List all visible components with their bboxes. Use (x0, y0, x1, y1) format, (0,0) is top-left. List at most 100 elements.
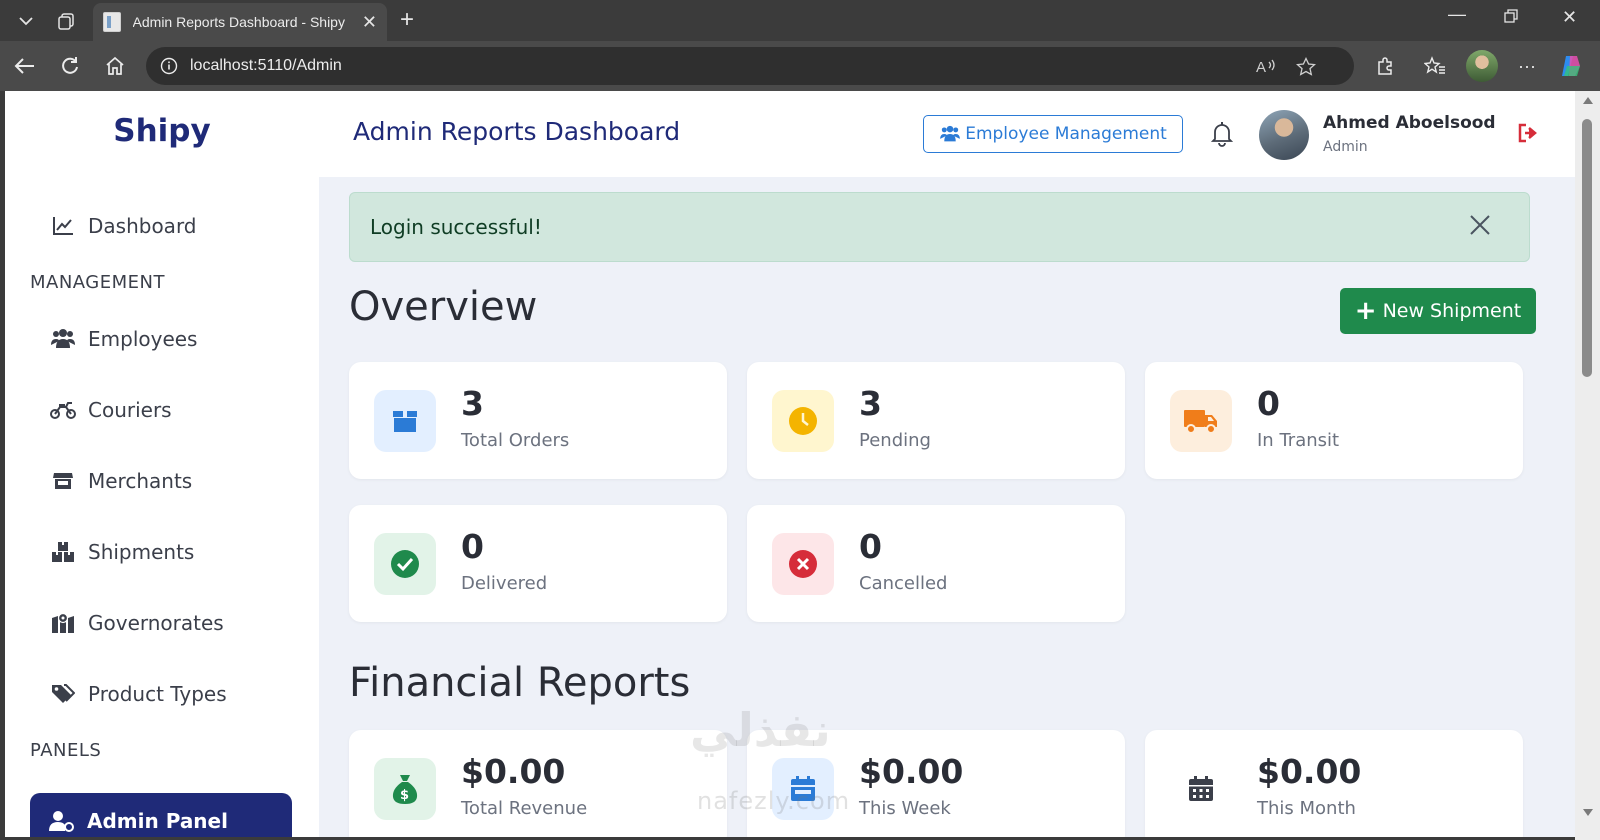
sidebar-item-label: Governorates (88, 611, 224, 635)
sidebar-item-product-types[interactable]: Product Types (49, 677, 227, 711)
check-circle-icon (374, 533, 436, 595)
close-icon[interactable] (1468, 213, 1498, 243)
logout-icon[interactable] (1517, 123, 1539, 147)
new-shipment-label: New Shipment (1382, 300, 1522, 322)
clock-icon (772, 390, 834, 452)
finance-label: This Week (859, 798, 951, 819)
watermark-url: nafezly.com (697, 787, 851, 815)
site-info-icon[interactable] (160, 57, 178, 75)
finance-card-this-month: $0.00 This Month (1145, 730, 1523, 837)
new-tab-icon[interactable]: + (400, 6, 414, 34)
finance-label: Total Revenue (461, 798, 588, 819)
page-viewport: Shipy Dashboard MANAGEMENT Employees Cou… (5, 91, 1575, 837)
stat-value: 0 (461, 527, 484, 566)
stat-value: 0 (1257, 384, 1280, 423)
motorcycle-icon (49, 396, 77, 424)
stat-card-total-orders: 3 Total Orders (349, 362, 727, 479)
sidebar-item-label: Employees (88, 327, 198, 351)
brand-logo[interactable]: Shipy (5, 113, 319, 149)
calendar-icon (1170, 758, 1232, 820)
tab-close-icon[interactable]: ✕ (362, 12, 377, 33)
sidebar-item-dashboard[interactable]: Dashboard (49, 209, 197, 243)
sidebar-item-couriers[interactable]: Couriers (49, 393, 172, 427)
tab-list-icon[interactable] (12, 8, 40, 34)
times-circle-icon (772, 533, 834, 595)
stat-card-pending: 3 Pending (747, 362, 1125, 479)
user-gear-icon (48, 807, 76, 835)
back-icon[interactable] (12, 53, 38, 79)
window-close-icon[interactable]: ✕ (1562, 7, 1577, 28)
stat-label: Total Orders (461, 430, 570, 451)
new-shipment-button[interactable]: + New Shipment (1340, 288, 1536, 334)
stat-card-in-transit: 0 In Transit (1145, 362, 1523, 479)
finance-value: $0.00 (859, 752, 964, 791)
money-bag-icon: $ (374, 758, 436, 820)
bell-icon[interactable] (1210, 121, 1234, 151)
users-icon (49, 325, 77, 353)
page-title: Admin Reports Dashboard (353, 117, 681, 146)
overview-title: Overview (349, 284, 538, 330)
page-favicon-icon (103, 12, 121, 32)
favorite-star-icon[interactable] (1295, 56, 1317, 81)
boxes-icon (49, 538, 77, 566)
chart-line-icon (49, 212, 77, 240)
stat-card-cancelled: 0 Cancelled (747, 505, 1125, 622)
top-bar: Admin Reports Dashboard Employee Managem… (319, 91, 1575, 177)
user-name: Ahmed Aboelsood (1323, 113, 1496, 133)
users-icon (939, 120, 961, 148)
profile-avatar[interactable] (1466, 50, 1498, 82)
home-icon[interactable] (102, 53, 128, 79)
alert-message: Login successful! (370, 215, 542, 239)
sidebar-item-admin-panel[interactable]: Admin Panel (30, 793, 292, 837)
sidebar-item-shipments[interactable]: Shipments (49, 535, 194, 569)
scroll-up-icon[interactable] (1583, 97, 1593, 104)
sidebar-item-employees[interactable]: Employees (49, 322, 197, 356)
stat-value: 3 (461, 384, 484, 423)
browser-tab-bar: Admin Reports Dashboard - Shipy ✕ + — ✕ (0, 0, 1600, 41)
read-aloud-icon[interactable]: A (1256, 57, 1278, 79)
truck-icon (1170, 390, 1232, 452)
stat-label: In Transit (1257, 430, 1340, 451)
restore-icon[interactable] (1504, 7, 1518, 28)
section-header-management: MANAGEMENT (30, 272, 165, 293)
sidebar-item-label: Product Types (88, 682, 227, 706)
stat-value: 3 (859, 384, 882, 423)
address-bar[interactable]: localhost:5110/Admin A (146, 47, 1354, 85)
sidebar-item-label: Couriers (88, 398, 172, 422)
workspaces-icon[interactable] (52, 8, 80, 34)
employee-management-button[interactable]: Employee Management (923, 115, 1183, 153)
section-header-panels: PANELS (30, 740, 102, 761)
success-alert: Login successful! (349, 192, 1530, 262)
minimize-icon[interactable]: — (1448, 4, 1466, 25)
sidebar-item-label: Merchants (88, 469, 193, 493)
stat-label: Cancelled (859, 573, 948, 594)
watermark-logo: نفذلي (690, 703, 831, 757)
sidebar-item-merchants[interactable]: Merchants (49, 464, 192, 498)
reload-icon[interactable] (57, 53, 83, 79)
stat-value: 0 (859, 527, 882, 566)
more-options-icon[interactable]: ··· (1514, 53, 1540, 79)
employee-management-label: Employee Management (965, 124, 1167, 144)
browser-toolbar: localhost:5110/Admin A ··· (0, 41, 1600, 91)
url-text: localhost:5110/Admin (190, 57, 342, 74)
scrollbar-thumb[interactable] (1582, 119, 1592, 377)
finance-value: $0.00 (461, 752, 566, 791)
copilot-icon[interactable] (1558, 53, 1584, 79)
plus-icon: + (1354, 296, 1377, 326)
scroll-down-icon[interactable] (1583, 809, 1593, 816)
page-scrollbar[interactable] (1575, 91, 1600, 840)
user-avatar[interactable] (1259, 110, 1309, 160)
tab-title: Admin Reports Dashboard - Shipy (132, 14, 345, 30)
stat-card-delivered: 0 Delivered (349, 505, 727, 622)
sidebar: Shipy Dashboard MANAGEMENT Employees Cou… (5, 91, 319, 837)
svg-text:A: A (1256, 59, 1266, 75)
svg-text:$: $ (400, 788, 409, 803)
financial-reports-title: Financial Reports (349, 660, 691, 706)
sidebar-item-governorates[interactable]: Governorates (49, 606, 224, 640)
favorites-icon[interactable] (1422, 53, 1448, 79)
map-location-icon (49, 609, 77, 637)
tags-icon (49, 680, 77, 708)
browser-tab-active[interactable]: Admin Reports Dashboard - Shipy ✕ (93, 3, 387, 41)
extensions-icon[interactable] (1372, 53, 1398, 79)
store-icon (49, 467, 77, 495)
